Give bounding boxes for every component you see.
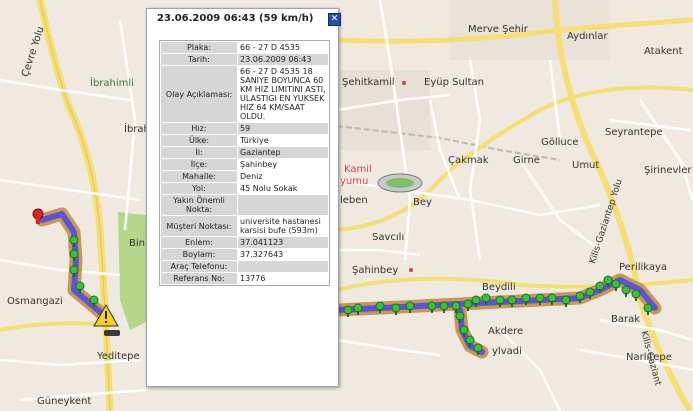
- info-label: Referans No:: [161, 273, 237, 284]
- info-row: Tarih: 23.06.2009 06:43: [161, 54, 328, 65]
- info-row: Mahalle: Deniz: [161, 171, 328, 182]
- info-label: Hız:: [161, 123, 237, 134]
- info-row: Müşteri Noktası: universite hastanesi kar…: [161, 216, 328, 236]
- route-point-icon: [69, 265, 79, 275]
- info-value: 59: [238, 123, 328, 134]
- info-row: Yakın Önemli Nokta:: [161, 195, 328, 215]
- route-point-icon: [507, 295, 517, 305]
- route-point-icon: [451, 301, 461, 311]
- info-row: Referans No: 13776: [161, 273, 328, 284]
- info-value: 45 Nolu Sokak: [238, 183, 328, 194]
- info-value: [238, 261, 328, 272]
- info-row: Yol: 45 Nolu Sokak: [161, 183, 328, 194]
- info-label: İlçe:: [161, 159, 237, 170]
- route-point-icon: [459, 325, 469, 335]
- info-label: Müşteri Noktası:: [161, 216, 237, 236]
- info-row: Boylam: 37.327643: [161, 249, 328, 260]
- info-label: Yol:: [161, 183, 237, 194]
- info-row: Hız: 59: [161, 123, 328, 134]
- info-row: Araç Telefonu:: [161, 261, 328, 272]
- route-point-icon: [575, 291, 585, 301]
- info-label: Mahalle:: [161, 171, 237, 182]
- route-point-icon: [463, 299, 473, 309]
- route-point-icon: [561, 295, 571, 305]
- info-row: İl: Gaziantep: [161, 147, 328, 158]
- info-row: Ülke: Türkiye: [161, 135, 328, 146]
- warning-icon[interactable]: [93, 303, 119, 327]
- info-label: Yakın Önemli Nokta:: [161, 195, 237, 215]
- map-view[interactable]: Çevre Yolu İbrahimli İbrah Bin Osmangazi…: [0, 0, 693, 411]
- route-point-icon: [405, 301, 415, 311]
- route-point-icon: [631, 289, 641, 299]
- info-label: Tarih:: [161, 54, 237, 65]
- start-pin-icon: [32, 208, 44, 224]
- route-point-icon: [603, 275, 613, 285]
- route-point-icon: [353, 303, 363, 313]
- route-point-icon: [455, 311, 465, 321]
- event-info-popup: 23.06.2009 06:43 (59 km/h) ✕ Plaka: 66 - …: [146, 8, 341, 387]
- route-point-icon: [391, 303, 401, 313]
- info-label: Boylam:: [161, 249, 237, 260]
- route-point-icon: [481, 293, 491, 303]
- info-label: Plaka:: [161, 42, 237, 53]
- event-info-table: Plaka: 66 - 27 D 4535 Tarih: 23.06.2009 06:…: [160, 41, 329, 285]
- info-row: İlçe: Şahinbey: [161, 159, 328, 170]
- info-label: Ülke:: [161, 135, 237, 146]
- info-value: 66 - 27 D 4535: [238, 42, 328, 53]
- info-value: Şahinbey: [238, 159, 328, 170]
- info-value: 23.06.2009 06:43: [238, 54, 328, 65]
- info-label: İl:: [161, 147, 237, 158]
- route-point-icon: [595, 281, 605, 291]
- info-value: Gaziantep: [238, 147, 328, 158]
- info-row: Olay Açıklaması: 66 - 27 D 4535 18 SANIYE…: [161, 66, 328, 122]
- info-value: Türkiye: [238, 135, 328, 146]
- route-point-icon: [473, 343, 483, 353]
- route-point-icon: [643, 303, 653, 313]
- popup-title: 23.06.2009 06:43 (59 km/h): [157, 13, 314, 24]
- info-value: 37.041123: [238, 237, 328, 248]
- info-row: Plaka: 66 - 27 D 4535: [161, 42, 328, 53]
- route-point-icon: [495, 295, 505, 305]
- info-label: Enlem:: [161, 237, 237, 248]
- route-point-icon: [89, 295, 99, 305]
- route-point-icon: [585, 287, 595, 297]
- route-point-icon: [465, 335, 475, 345]
- info-label: Olay Açıklaması:: [161, 66, 237, 122]
- route-point-icon: [611, 279, 621, 289]
- info-value: 13776: [238, 273, 328, 284]
- route-point-icon: [75, 281, 85, 291]
- info-row: Enlem: 37.041123: [161, 237, 328, 248]
- info-value: universite hastanesi karsisi bufe (593m): [238, 216, 328, 236]
- event-info-table-wrapper: Plaka: 66 - 27 D 4535 Tarih: 23.06.2009 06:…: [159, 40, 330, 286]
- route-point-icon: [343, 305, 353, 315]
- info-value: 37.327643: [238, 249, 328, 260]
- route-point-icon: [547, 293, 557, 303]
- info-value: 66 - 27 D 4535 18 SANIYE BOYUNCA 60 KM H…: [238, 66, 328, 122]
- route-point-icon: [69, 235, 79, 245]
- route-pins: [32, 208, 653, 355]
- route-point-icon: [427, 301, 437, 311]
- route-point-icon: [471, 295, 481, 305]
- route-point-icon: [535, 293, 545, 303]
- route-point-icon: [439, 301, 449, 311]
- info-value: [238, 195, 328, 215]
- route-point-icon: [69, 249, 79, 259]
- route-point-icon: [375, 301, 385, 311]
- route-point-icon: [621, 285, 631, 295]
- close-icon[interactable]: ✕: [328, 13, 341, 26]
- route-point-icon: [521, 293, 531, 303]
- info-label: Araç Telefonu:: [161, 261, 237, 272]
- info-value: Deniz: [238, 171, 328, 182]
